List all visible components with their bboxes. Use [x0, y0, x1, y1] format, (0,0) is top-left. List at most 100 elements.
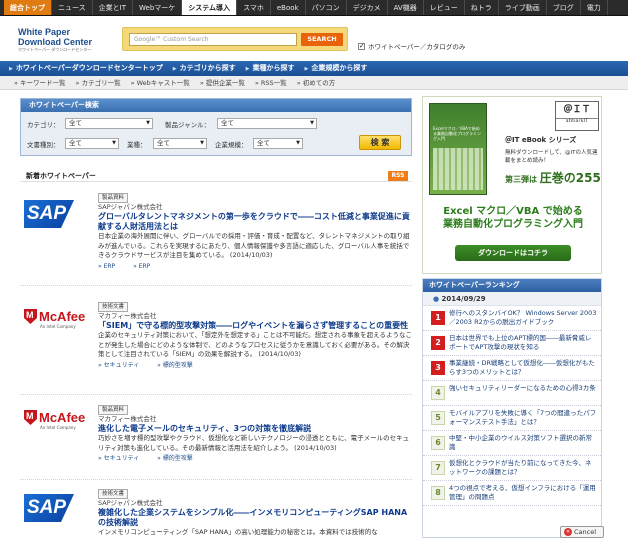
tab-system-deployment[interactable]: システム導入 — [182, 0, 238, 15]
ebook-cover: Excelマクロ／VBAで始める業務自動化プログラミング入門 — [429, 103, 487, 195]
atmarkit-logo-top: ＠ＩＴ — [563, 105, 591, 115]
tag-link[interactable]: » 標的型攻撃 — [157, 455, 201, 462]
tab-digicame[interactable]: デジカメ — [347, 0, 388, 15]
mcafee-logo[interactable]: McAfee An Intel Company — [24, 307, 90, 333]
ranking-item[interactable]: 8 4つの視点で考える、仮想インフラにおける「運用管理」の問題点 — [423, 481, 601, 506]
tab-pc[interactable]: パソコン — [306, 0, 347, 15]
subnav-keywords[interactable]: » キーワード一覧 — [14, 76, 76, 89]
ranking-item[interactable]: 2 日本は世界でも上位のAPT標的国――最新脅威レポートでAPT攻撃の現状を知る — [423, 331, 601, 356]
rank-number: 8 — [431, 486, 445, 500]
rank-text[interactable]: 日本は世界でも上位のAPT標的国――最新脅威レポートでAPT攻撃の現状を知る — [449, 331, 597, 352]
subnav-providers[interactable]: » 提供企業一覧 — [200, 76, 255, 89]
ad-issue-main: 圧巻の255ページ — [539, 171, 601, 185]
tag-link[interactable]: » ERP — [98, 263, 123, 270]
logo-tagline: ホワイトペーパー ダウンロードセンター — [18, 47, 92, 52]
ranking-item[interactable]: 6 中堅・中小企業のウイルス対策ソフト選択の新常識 — [423, 431, 601, 456]
ad-download-button[interactable]: ダウンロードはコチラ — [455, 245, 571, 261]
tab-review[interactable]: レビュー — [424, 0, 465, 15]
rank-text[interactable]: 中堅・中小企業のウイルス対策ソフト選択の新常識 — [449, 431, 597, 452]
nav-top[interactable]: ▶ ホワイトペーパーダウンロードセンタートップ — [6, 61, 170, 76]
new-whitepapers-title: 新着ホワイトペーパー — [26, 172, 96, 180]
rank-text[interactable]: 強いセキュリティリーダーになるための心得3カ条 — [449, 381, 597, 393]
search-button[interactable]: SEARCH — [301, 33, 343, 46]
entry-company[interactable]: SAPジャパン株式会社 — [98, 499, 412, 508]
search-box: Google™ Custom Search SEARCH — [122, 27, 348, 51]
ebook-cover-title: Excelマクロ／VBAで始める業務自動化プログラミング入門 — [433, 126, 481, 141]
tab-enterprise-it[interactable]: 企業とIT — [93, 0, 133, 15]
sub-nav: » キーワード一覧 » カテゴリ一覧 » Webキャスト一覧 » 提供企業一覧 … — [0, 76, 628, 90]
rss-icon[interactable]: RSS — [388, 171, 408, 181]
search-row-2: 文書種別： 全て ▼ 業種： 全て ▼ 企業規模： 全て ▼ — [27, 138, 303, 149]
ranking-item[interactable]: 5 モバイルアプリを失敗に導く「7つの間違ったパフォーマンステスト手法」とは？ — [423, 406, 601, 431]
ebook-ad-banner[interactable]: Excelマクロ／VBAで始める業務自動化プログラミング入門 ＠ＩＴ atmar… — [422, 96, 602, 274]
tab-web-marketing[interactable]: Webマーケ — [133, 0, 183, 15]
nav-by-company-size[interactable]: ▶ 企業規模から探す — [302, 61, 375, 76]
rank-text[interactable]: 事業継続・DR戦略として仮想化――仮想化がもたらす3つのメリットとは？ — [449, 356, 597, 377]
subnav-webcasts[interactable]: » Webキャスト一覧 — [131, 76, 200, 89]
cancel-button[interactable]: ✕ Cancel — [560, 526, 604, 538]
tab-blog[interactable]: ブログ — [547, 0, 581, 15]
ranking-item[interactable]: 3 事業継続・DR戦略として仮想化――仮想化がもたらす3つのメリットとは？ — [423, 356, 601, 381]
sap-logo[interactable]: SAP — [24, 200, 74, 228]
nav-by-category[interactable]: ▶ カテゴリから探す — [170, 61, 243, 76]
genre-select[interactable]: 全て ▼ — [217, 118, 317, 129]
tag-link[interactable]: » ERP — [133, 263, 158, 270]
ranking-item[interactable]: 7 仮想化とクラウドが当たり前になってきた今、ネットワークの課題とは？ — [423, 456, 601, 481]
ad-headline-line1: Excel マクロ／VBA で始める — [443, 206, 583, 217]
tab-netorabi[interactable]: ねトラ — [465, 0, 499, 15]
rank-number: 1 — [431, 311, 445, 325]
rank-text[interactable]: モバイルアプリを失敗に導く「7つの間違ったパフォーマンステスト手法」とは？ — [449, 406, 597, 427]
entry-company[interactable]: SAPジャパン株式会社 — [98, 203, 412, 212]
ranking-item[interactable]: 4 強いセキュリティリーダーになるための心得3カ条 — [423, 381, 601, 406]
tab-av[interactable]: AV機器 — [388, 0, 424, 15]
subnav-first-time[interactable]: » 初めての方 — [297, 76, 346, 89]
tag-link[interactable]: » 標的型攻撃 — [157, 362, 201, 369]
entry-title[interactable]: 複雑化した企業システムをシンプル化――インメモリコンピューティングSAP HAN… — [98, 508, 412, 528]
clock-icon: ● — [433, 295, 440, 303]
rank-text[interactable]: 4つの視点で考える、仮想インフラにおける「運用管理」の問題点 — [449, 481, 597, 502]
list-item: SAP 技術文書 SAPジャパン株式会社 複雑化した企業システムをシンプル化――… — [20, 488, 412, 538]
entry-title[interactable]: 「SIEM」で守る標的型攻撃対策――ログやイベントを漏らさず管理することの重要性 — [98, 321, 412, 331]
ranking-title: ホワイトペーパーランキング — [423, 279, 601, 292]
ranking-item[interactable]: 1 修行へのスタンバイOK？ Windows Server 2003／2003 R… — [423, 306, 601, 331]
site-logo[interactable]: White Paper Download Center ホワイトペーパー ダウン… — [18, 27, 108, 53]
tag-link[interactable]: » セキュリティ — [98, 362, 147, 369]
subnav-rss[interactable]: » RSS一覧 — [255, 76, 297, 89]
mcafee-logo[interactable]: McAfee An Intel Company — [24, 408, 90, 434]
entry-company[interactable]: マカフィー株式会社 — [98, 312, 412, 321]
subnav-categories[interactable]: » カテゴリ一覧 — [76, 76, 131, 89]
logo-line1: White Paper — [18, 27, 71, 37]
tab-ebook[interactable]: eBook — [271, 0, 306, 15]
doctype-select[interactable]: 全て ▼ — [65, 138, 119, 149]
whitepaper-only-option[interactable]: ホワイトペーパー／カタログのみ — [358, 41, 465, 51]
rank-text[interactable]: 修行へのスタンバイOK？ Windows Server 2003／2003 R2… — [449, 306, 597, 327]
whitepaper-only-checkbox[interactable] — [358, 42, 365, 50]
industry-select[interactable]: 全て ▼ — [153, 138, 207, 149]
triangle-right-icon: ▶ — [304, 66, 309, 72]
company-size-select[interactable]: 全て ▼ — [253, 138, 303, 149]
triangle-right-icon: ▶ — [172, 66, 177, 72]
mcafee-logo-mark: McAfee An Intel Company — [24, 408, 90, 434]
tag-link[interactable]: » セキュリティ — [98, 455, 147, 462]
category-select[interactable]: 全て ▼ — [65, 118, 153, 129]
mcafee-logo-sub: An Intel Company — [40, 324, 76, 329]
entry-title[interactable]: グローバルタレントマネジメントの第一歩をクラウドで――コスト低減と事業促進に貢献… — [98, 212, 412, 232]
sap-logo[interactable]: SAP — [24, 494, 74, 522]
close-icon: ✕ — [564, 528, 572, 536]
rank-text[interactable]: 仮想化とクラウドが当たり前になってきた今、ネットワークの課題とは？ — [449, 456, 597, 477]
nav-by-industry[interactable]: ▶ 業種から探す — [243, 61, 302, 76]
tab-live-video[interactable]: ライブ動画 — [499, 0, 547, 15]
search-row-1: カテゴリ： 全て ▼ 製品ジャンル： 全て ▼ — [27, 118, 317, 129]
entry-company[interactable]: マカフィー株式会社 — [98, 415, 412, 424]
entry-title[interactable]: 進化した電子メールのセキュリティ、3つの対策を徹底解説 — [98, 424, 412, 434]
subnav-rss-label: RSS一覧 — [260, 79, 287, 87]
tab-news[interactable]: ニュース — [52, 0, 93, 15]
list-item: McAfee An Intel Company 技術文書 マカフィー株式会社 「… — [20, 301, 412, 395]
tab-home[interactable]: 総合トップ — [4, 0, 52, 15]
tag-label: ERP — [138, 262, 151, 270]
tab-power[interactable]: 電力 — [581, 0, 608, 15]
search-submit-button[interactable]: 検 索 — [359, 135, 401, 150]
tab-smartphone[interactable]: スマホ — [237, 0, 271, 15]
entry-description: 企業のセキュリティ対策において、「想定外を想定する」ことは不可能だ。想定される事… — [98, 331, 412, 358]
search-input[interactable]: Google™ Custom Search — [129, 33, 297, 46]
